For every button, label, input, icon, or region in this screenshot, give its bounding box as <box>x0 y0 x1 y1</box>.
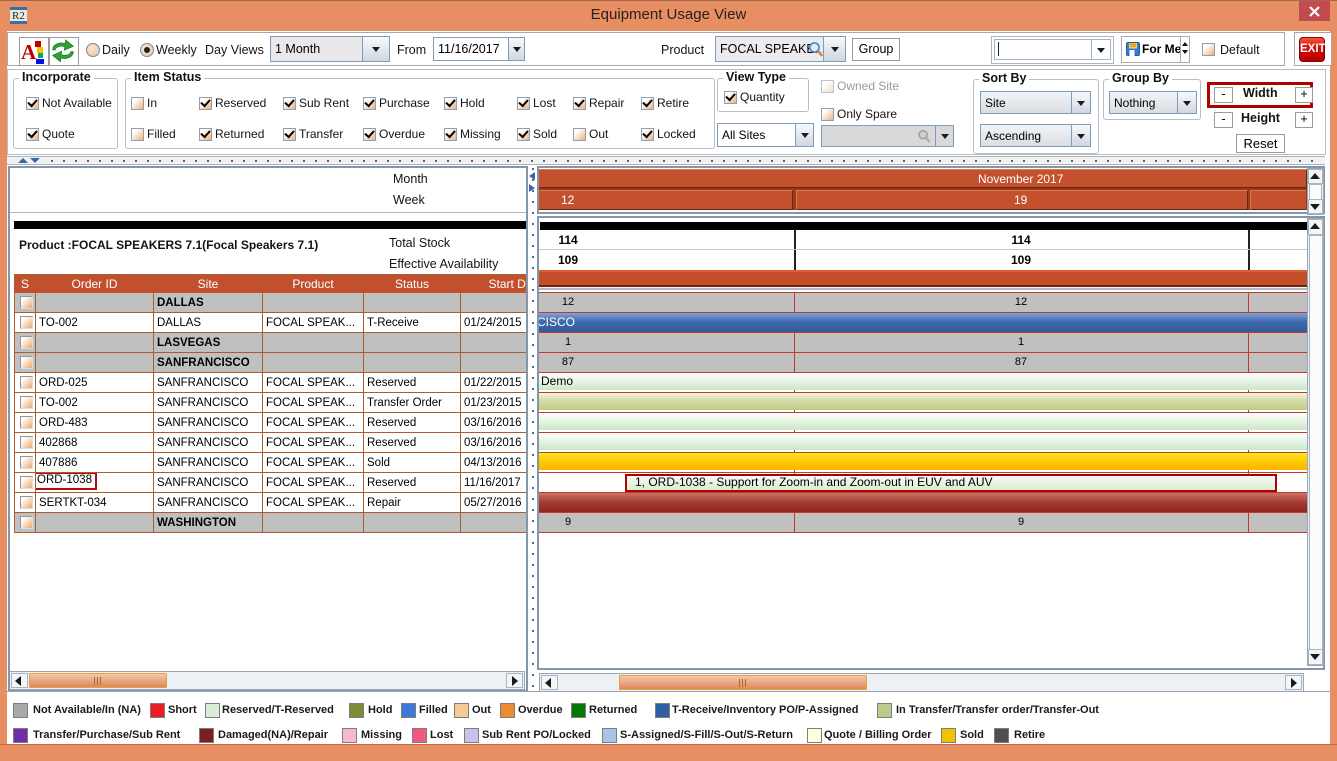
svg-text:A: A <box>21 40 37 64</box>
